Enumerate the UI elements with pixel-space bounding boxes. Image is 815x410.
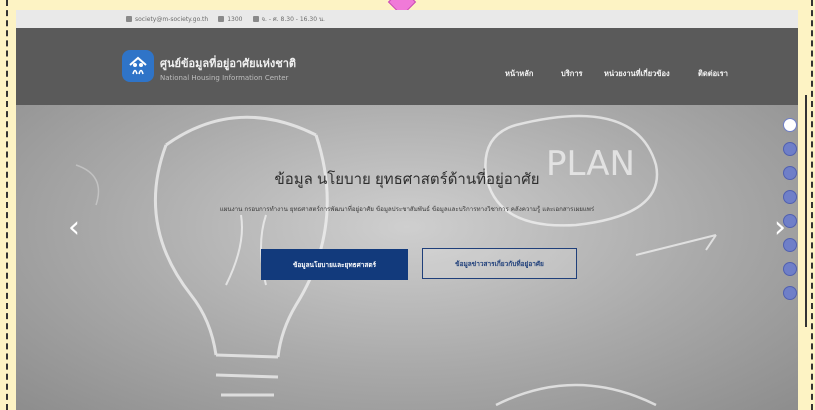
chevron-left-icon[interactable]: ‹ [68,213,80,243]
hero-banner: PLAN ข้อมูล นโยบาย ยุทธศาสตร์ด้านที่อยู่… [16,105,798,410]
phone-text: 1300 [227,15,243,23]
carousel-pagination [783,118,799,308]
calendar-icon [252,16,259,22]
frame-border-left [6,0,8,410]
phone-info: 1300 [218,15,243,23]
user-icon [126,16,132,22]
nav-item-services[interactable]: บริการ [561,68,583,80]
contact-bar: society@m-society.go.th 1300 จ. - ศ. 8.3… [16,10,798,28]
nav-item-agencies[interactable]: หน่วยงานที่เกี่ยวข้อง [604,68,670,80]
pagination-track [805,95,807,327]
carousel-dot[interactable] [783,190,797,204]
carousel-dot[interactable] [783,118,797,132]
hero-title: ข้อมูล นโยบาย ยุทธศาสตร์ด้านที่อยู่อาศัย [274,171,540,188]
frame-border-right [811,0,813,410]
hours-info: จ. - ศ. 8.30 - 16.30 น. [252,14,325,24]
main-nav: หน้าหลัก บริการ หน่วยงานที่เกี่ยวข้อง ติ… [16,68,798,80]
site-header: ศูนย์ข้อมูลที่อยู่อาศัยแห่งชาติ National… [16,28,798,105]
housing-news-button[interactable]: ข้อมูลข่าวสารเกี่ยวกับที่อยู่อาศัย [422,248,577,279]
carousel-dot[interactable] [783,238,797,252]
phone-icon [218,16,225,22]
carousel-dot[interactable] [783,166,797,180]
hero-subtitle: แผนงาน กรอบการทำงาน ยุทธศาสตร์การพัฒนาที… [219,206,595,213]
nav-item-home[interactable]: หน้าหลัก [505,68,533,80]
nav-item-contact[interactable]: ติดต่อเรา [698,68,728,80]
carousel-dot[interactable] [783,142,797,156]
email-text[interactable]: society@m-society.go.th [135,16,208,23]
policy-strategy-button[interactable]: ข้อมูลนโยบายและยุทธศาสตร์ [261,249,408,280]
email-info: society@m-society.go.th [126,16,208,23]
hours-text: จ. - ศ. 8.30 - 16.30 น. [261,16,325,23]
carousel-dot[interactable] [783,262,797,276]
carousel-dot[interactable] [783,286,797,300]
website: society@m-society.go.th 1300 จ. - ศ. 8.3… [16,10,798,410]
carousel-dot[interactable] [783,214,797,228]
